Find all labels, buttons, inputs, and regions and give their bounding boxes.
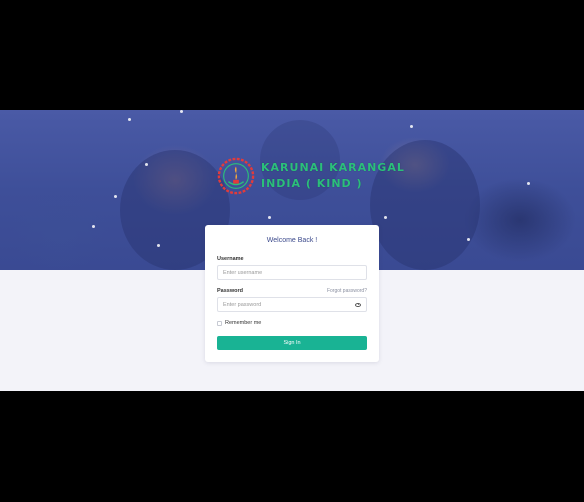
sign-in-button[interactable]: Sign In [217, 336, 367, 350]
password-placeholder: Enter password [223, 301, 262, 308]
password-label: Password [217, 288, 243, 294]
username-placeholder: Enter username [223, 269, 263, 276]
remember-me-label: Remember me [225, 320, 262, 326]
sparkle [180, 110, 183, 113]
sparkle [145, 163, 148, 166]
password-label-row: Password Forgot password? [217, 288, 367, 294]
eye-icon[interactable] [355, 302, 361, 307]
sparkle [128, 118, 131, 121]
sparkle [410, 125, 413, 128]
brand-logo: KARUNAI KARANGAL INDIA ( KIND ) [217, 157, 405, 195]
forgot-password-link[interactable]: Forgot password? [327, 288, 367, 294]
brand-name: KARUNAI KARANGAL INDIA ( KIND ) [261, 160, 405, 192]
login-page: KARUNAI KARANGAL INDIA ( KIND ) Welcome … [0, 110, 584, 391]
sparkle [527, 182, 530, 185]
username-input[interactable]: Enter username [217, 265, 367, 280]
brand-line-1: KARUNAI KARANGAL [261, 161, 405, 174]
remember-me-row: Remember me [217, 320, 367, 326]
username-label: Username [217, 256, 244, 262]
login-card: Welcome Back ! Username Enter username P… [205, 225, 379, 362]
password-input[interactable]: Enter password [217, 297, 367, 312]
brand-line-2: INDIA ( KIND ) [261, 177, 363, 190]
sparkle [114, 195, 117, 198]
sparkle [92, 225, 95, 228]
sparkle [157, 244, 160, 247]
sparkle [268, 216, 271, 219]
sparkle [467, 238, 470, 241]
remember-me-checkbox[interactable] [217, 320, 222, 326]
login-title: Welcome Back ! [266, 237, 318, 244]
sparkle [384, 216, 387, 219]
logo-emblem-icon [217, 157, 255, 195]
